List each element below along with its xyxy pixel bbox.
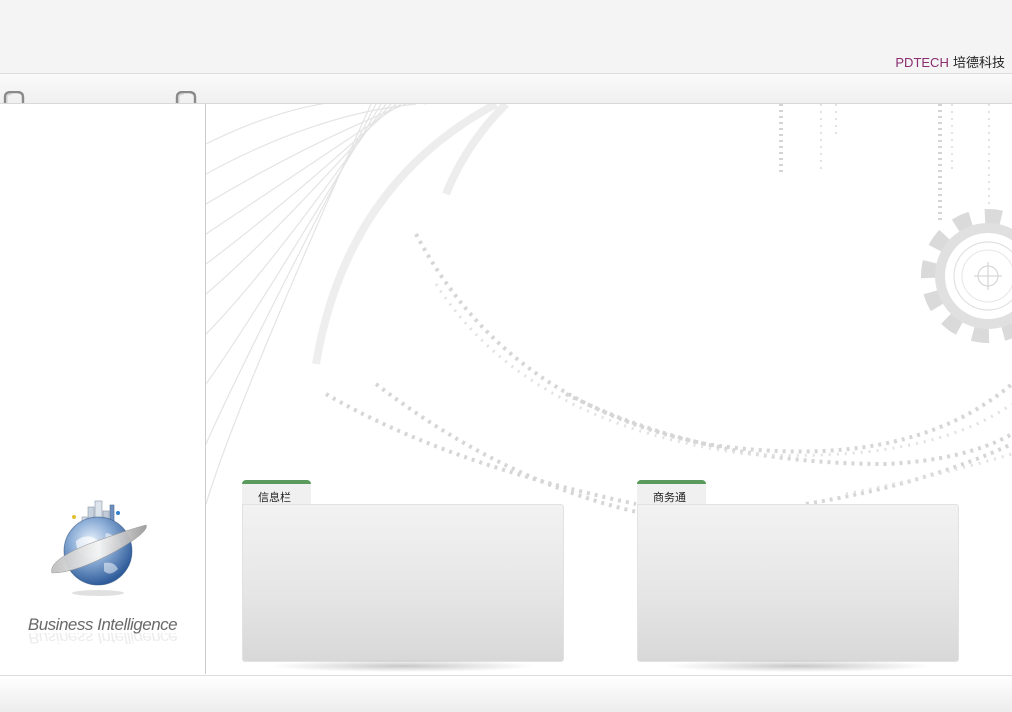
brand: PDTECH 培德科技 (895, 55, 1005, 72)
info-panel-body (242, 504, 564, 662)
bottom-bar (0, 675, 1012, 712)
business-panel-body (637, 504, 959, 662)
main-area: 信息栏 商务通 (206, 104, 1012, 674)
brand-name-en: PDTECH (895, 55, 949, 70)
business-panel: 商务通 (637, 480, 959, 672)
globe-city-icon (51, 500, 147, 596)
panel-shadow (667, 660, 929, 672)
panel-shadow (272, 660, 534, 672)
ring-hook-icon (175, 91, 197, 103)
brand-name-zh: 培德科技 (952, 56, 1005, 71)
info-panel: 信息栏 (242, 480, 564, 672)
tab-business[interactable]: 商务通 (637, 480, 706, 504)
app-window: PDTECH 培德科技 Business Intelligence Busine… (0, 0, 1012, 712)
gear-icon (921, 209, 1012, 343)
tab-info-label: 信息栏 (258, 491, 291, 504)
tab-business-label: 商务通 (653, 491, 686, 504)
sidebar: Business Intelligence Business Intellige… (0, 104, 206, 674)
top-header: PDTECH 培德科技 (0, 0, 1012, 74)
ring-hook-icon (3, 91, 25, 103)
tab-info[interactable]: 信息栏 (242, 480, 311, 504)
toolbar-strip (0, 74, 1012, 104)
tagline: Business Intelligence (27, 615, 178, 634)
tagline-reflection: Business Intelligence (27, 633, 178, 647)
